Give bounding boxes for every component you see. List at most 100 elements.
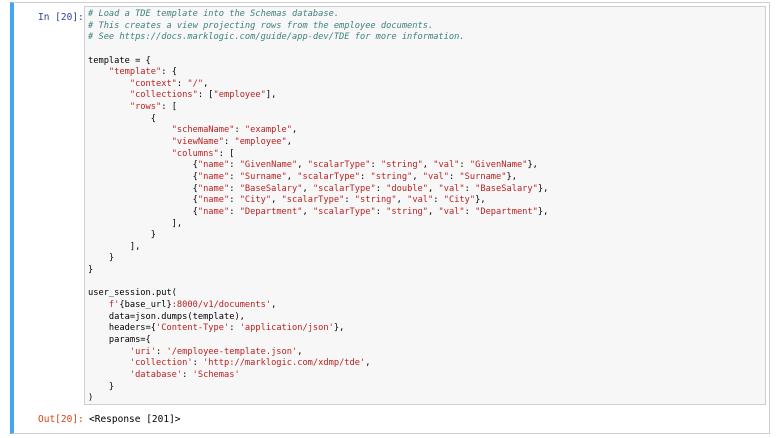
code-token: , [302,206,313,217]
code-string: "employee" [213,90,266,101]
code-line: ], [88,242,765,254]
code-line: f'{base_url}:8000/v1/documents', [88,300,765,312]
code-token: , [271,300,277,311]
code-token: : [229,171,240,182]
code-string: "City" [239,195,272,206]
code-line: "columns": [ [88,149,765,161]
code-token: : [375,206,387,217]
code-string: "val" [422,171,449,182]
code-string: "Surname" [459,171,507,182]
code-string: "name" [197,160,230,171]
code-string: "string" [380,160,423,171]
code-line: template = { [88,56,765,68]
code-string: "val" [407,195,434,206]
code-string: 'database' [129,369,183,380]
code-string: "BaseSalary" [239,183,303,194]
code-token: { [88,113,156,124]
code-token: , [428,206,439,217]
code-token: data=json.dumps(template), [88,311,245,322]
code-line: ], [88,219,765,231]
code-string: "example" [244,125,292,136]
code-token: : [229,206,240,217]
code-token: : [375,183,387,194]
code-token: : [344,195,355,206]
code-string: 'uri' [129,346,156,357]
code-string: "GivenName" [469,160,528,171]
code-token: } [88,265,94,276]
code-string: "GivenName" [239,160,298,171]
code-string: "template" [108,67,162,78]
code-string: "City" [443,195,476,206]
code-string: "Department" [475,206,538,217]
code-string: "scalarType" [297,171,361,182]
code-string: 'application/json' [239,323,334,334]
code-line: user_session.put( [88,288,765,300]
code-string: "string" [386,206,429,217]
code-token: ], [265,90,277,101]
code-token: { [88,160,198,171]
code-string: "name" [197,171,230,182]
code-token: }, [333,323,345,334]
code-line: ) [88,393,765,404]
code-token: : [182,369,193,380]
code-token: : [156,346,167,357]
code-token: , [286,137,293,148]
code-string: "double" [386,183,429,194]
code-token: { [88,183,198,194]
code-token: , [297,160,308,171]
code-token: { [88,171,198,182]
code-line: "collections": ["employee"], [88,90,765,102]
code-token: : [224,137,235,148]
code-string: f' [108,300,120,311]
code-string: "string" [370,171,413,182]
code-token: : [234,125,245,136]
code-token: , [412,171,423,182]
code-line: } [88,230,765,242]
code-content[interactable]: # Load a TDE template into the Schemas d… [85,7,765,404]
code-token: } [88,381,115,392]
code-line: "rows": [ [88,102,765,114]
code-token: ], [88,218,183,229]
code-string: "val" [433,160,460,171]
code-string: "schemaName" [171,125,235,136]
code-token: { [88,206,198,217]
code-line: 'uri': '/employee-template.json', [88,347,765,359]
code-token: : [229,183,240,194]
code-token: , [292,125,298,136]
code-string: "Department" [239,206,303,217]
code-token: : [ [161,102,177,113]
code-line: {"name": "GivenName", "scalarType": "str… [88,160,765,172]
code-token: : { [161,67,177,78]
code-token: }, [537,183,549,194]
code-token: params={ [88,334,151,345]
code-token: user_session.put( [88,288,177,299]
output-prompt: Out[20]: [38,414,84,425]
code-line: # See https://docs.marklogic.com/guide/a… [88,32,765,44]
code-string: "name" [197,206,230,217]
code-line: {"name": "Surname", "scalarType": "strin… [88,172,765,184]
input-prompt: In [20]: [38,12,84,23]
code-string: "name" [197,195,230,206]
code-token: ], [88,241,141,252]
code-string: "context" [129,78,177,89]
code-token: : [229,323,240,334]
code-string: "collections" [129,90,198,101]
code-token: : [464,206,476,217]
code-token: } [88,253,115,264]
code-line: # Load a TDE template into the Schemas d… [88,9,765,21]
code-editor[interactable]: # Load a TDE template into the Schemas d… [84,6,766,405]
code-line: "context": "/", [88,79,765,91]
code-string: "BaseSalary" [475,183,538,194]
code-token: : [192,358,204,369]
code-token: , [365,358,371,369]
code-token: { [88,195,198,206]
